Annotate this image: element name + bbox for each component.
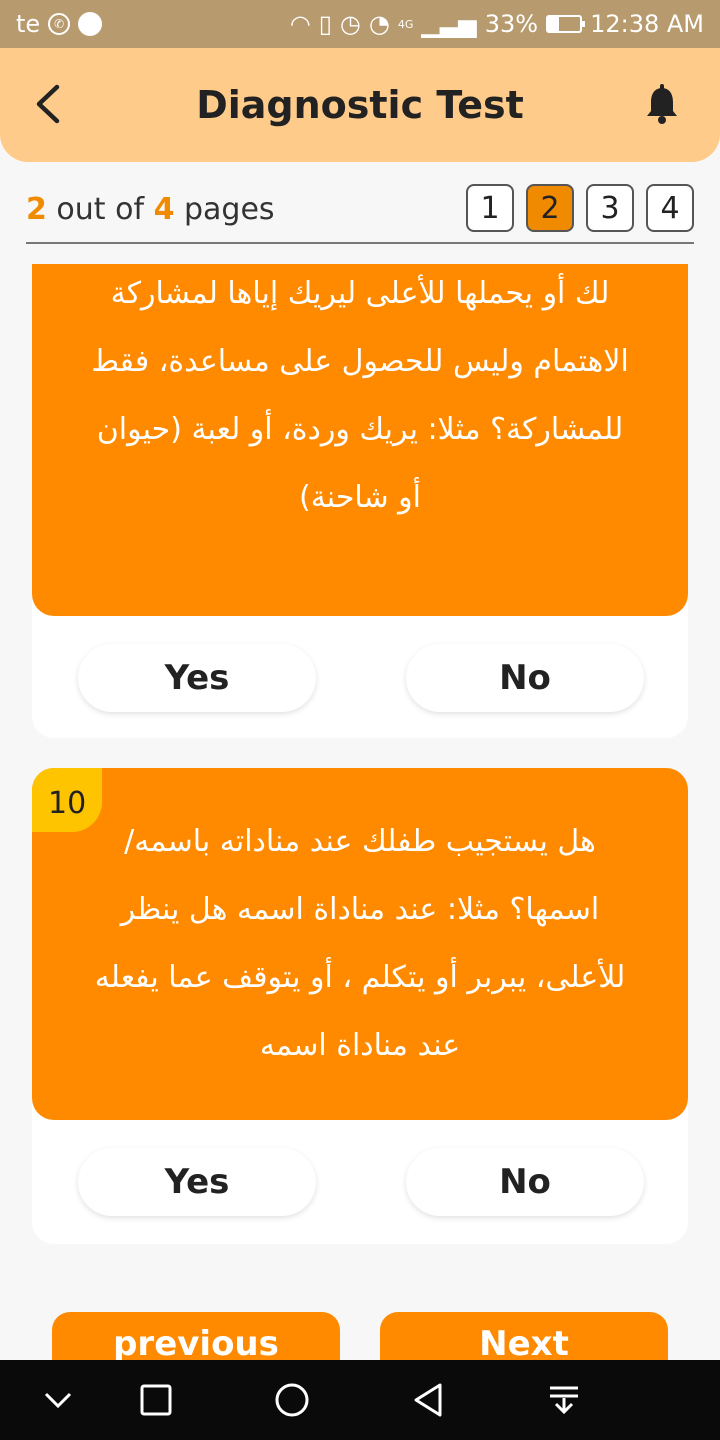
notification-pull-icon[interactable] [544,1380,584,1420]
status-carrier-text: te [16,10,41,38]
wifi-icon: ◔ [368,10,390,38]
pagination-bar: 2 out of 4 pages 1 2 3 4 [26,180,694,244]
signal-icon: ▁▃▅ [421,10,477,38]
back-button[interactable] [26,82,70,126]
yes-button[interactable]: Yes [78,644,316,712]
question-text-box: هل يستعرض طفلك الأشياء أمامك أو يقدمها ل… [32,264,688,616]
alarm-icon: ◷ [339,10,361,38]
back-nav-icon[interactable] [408,1380,448,1420]
page-button-2[interactable]: 2 [526,184,574,232]
page-buttons: 1 2 3 4 [466,184,694,232]
questions-list[interactable]: هل يستعرض طفلك الأشياء أمامك أو يقدمها ل… [0,264,720,1360]
chevron-left-icon [36,84,60,124]
yes-button[interactable]: Yes [78,1148,316,1216]
question-text-box: هل يستجيب طفلك عند مناداته باسمه/ اسمها؟… [32,768,688,1120]
question-text: هل يستجيب طفلك عند مناداته باسمه/ اسمها؟… [94,824,626,1063]
next-button[interactable]: Next [380,1312,668,1360]
out-of-text: out of [56,192,145,227]
status-bar: te ✆ ◠ ▯ ◷ ◔ 4G ▁▃▅ 33% 12:38 AM [0,0,720,48]
battery-percent: 33% [484,10,539,38]
page-title: Diagnostic Test [196,83,524,127]
system-navigation-bar [0,1360,720,1440]
headset-icon: ◠ [289,10,311,38]
app-header: Diagnostic Test [0,48,720,162]
recent-apps-icon[interactable] [136,1380,176,1420]
vibrate-icon: ▯ [318,10,332,38]
collapse-icon[interactable] [40,1380,76,1420]
home-icon[interactable] [272,1380,312,1420]
clock: 12:38 AM [590,10,704,38]
bell-icon [647,84,677,124]
battery-icon [546,15,586,33]
current-page-number: 2 [26,192,47,227]
no-button[interactable]: No [406,1148,644,1216]
previous-button[interactable]: previous [52,1312,340,1360]
question-card: هل يستعرض طفلك الأشياء أمامك أو يقدمها ل… [32,264,688,738]
messenger-icon [78,12,103,36]
question-number-badge: 10 [32,768,102,832]
total-pages-number: 4 [153,192,175,227]
page-button-3[interactable]: 3 [586,184,634,232]
page-indicator: 2 out of 4 pages [26,192,275,227]
page-button-1[interactable]: 1 [466,184,514,232]
page-button-4[interactable]: 4 [646,184,694,232]
network-type: 4G [397,17,414,31]
no-button[interactable]: No [406,644,644,712]
pages-word: pages [183,192,275,227]
question-text: هل يستعرض طفلك الأشياء أمامك أو يقدمها ل… [91,276,629,515]
notifications-button[interactable] [640,82,684,126]
whatsapp-icon: ✆ [48,13,71,35]
question-card: هل يستجيب طفلك عند مناداته باسمه/ اسمها؟… [32,768,688,1244]
